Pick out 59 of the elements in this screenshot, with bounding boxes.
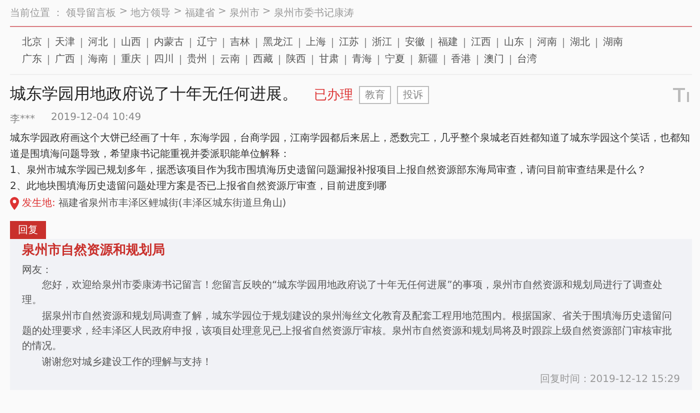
region-link[interactable]: 甘肃 xyxy=(312,54,345,64)
reply-greeting: 网友： xyxy=(22,264,53,277)
message-title: 城东学园用地政府说了十年无任何进展。 xyxy=(10,84,298,105)
region-link[interactable]: 香港 xyxy=(444,54,477,64)
reply-organization: 泉州市自然资源和规划局 xyxy=(22,242,166,259)
breadcrumb-label: 当前位置 ： xyxy=(10,6,64,20)
region-link[interactable]: 云南 xyxy=(213,54,246,64)
breadcrumb-separator: > xyxy=(174,6,182,19)
category-tag[interactable]: 教育 xyxy=(359,86,391,104)
reply-time: 回复时间：2019-12-12 15:29 xyxy=(540,372,680,386)
breadcrumb-separator: > xyxy=(218,6,226,19)
region-link[interactable]: 福建 xyxy=(431,38,464,48)
reply-paragraph: 据泉州市自然资源和规划局调查了解，城东学园位于规划建设的泉州海丝文化教育及配套工程用地范围内。根据国家、省关于围填海历史遗留问题的处理要求，经丰泽区人民政府申报，该项目处理意见已上报省自然资源厅审核。泉州市自然资源和规划局将及时跟踪上级自然资源部门审核审批的情况。 xyxy=(22,310,673,354)
category-tag[interactable]: 投诉 xyxy=(397,86,429,104)
region-link[interactable]: 黑龙江 xyxy=(256,38,299,48)
region-link[interactable]: 台湾 xyxy=(510,54,543,64)
font-size-icon[interactable] xyxy=(672,86,692,102)
reply-paragraph: 谢谢您对城乡建设工作的理解与支持！ xyxy=(41,356,213,370)
region-link[interactable]: 安徽 xyxy=(398,38,431,48)
region-link[interactable]: 海南 xyxy=(81,54,114,64)
region-link[interactable]: 贵州 xyxy=(180,54,213,64)
message-paragraph: 城东学园政府画这个大饼已经画了十年，东海学园，台商学园，江南学园都后来居上，悉数完工，几乎整个泉城老百姓都知道了城东学园这个笑话，也都知道是围填海问题导致，希望康书记能重视并委派职能单位解释： xyxy=(10,132,691,162)
region-link[interactable]: 河北 xyxy=(81,38,114,48)
region-link[interactable]: 山西 xyxy=(114,38,147,48)
region-link[interactable]: 北京 xyxy=(22,38,48,48)
region-link[interactable]: 青海 xyxy=(345,54,378,64)
region-link[interactable]: 澳门 xyxy=(477,54,510,64)
region-link[interactable]: 四川 xyxy=(147,54,180,64)
region-link[interactable]: 西藏 xyxy=(246,54,279,64)
author-name: 李*** xyxy=(10,112,35,126)
region-link[interactable]: 湖北 xyxy=(563,38,596,48)
region-link[interactable]: 河南 xyxy=(530,38,563,48)
region-link[interactable]: 吉林 xyxy=(223,38,256,48)
region-link[interactable]: 上海 xyxy=(299,38,332,48)
region-link[interactable]: 重庆 xyxy=(114,54,147,64)
region-link[interactable]: 宁夏 xyxy=(378,54,411,64)
region-link[interactable]: 陕西 xyxy=(279,54,312,64)
region-link[interactable]: 辽宁 xyxy=(190,38,223,48)
reply-tag: 回复 xyxy=(10,221,46,239)
post-date: 2019-12-04 10:49 xyxy=(51,112,142,125)
breadcrumb-separator: > xyxy=(262,6,271,19)
status-label: 已办理 xyxy=(314,86,353,104)
region-link[interactable]: 广西 xyxy=(48,54,81,64)
region-link[interactable]: 江西 xyxy=(464,38,497,48)
message-paragraph: 2、此地块围填海历史遗留问题处理方案是否已上报省自然资源厅审查，目前进度到哪 xyxy=(10,180,388,194)
region-link[interactable]: 广东 xyxy=(22,54,48,64)
region-link[interactable]: 新疆 xyxy=(411,54,444,64)
region-link[interactable]: 天津 xyxy=(48,38,81,48)
region-link[interactable]: 江苏 xyxy=(332,38,365,48)
region-link[interactable]: 内蒙古 xyxy=(147,38,190,48)
location-text: 福建省泉州市丰泽区鲤城街(丰泽区城东街道旦角山) xyxy=(58,196,286,210)
message-paragraph: 1、泉州市城东学园已规划多年，据悉该项目作为我市围填海历史遗留问题漏报补报项目上报自然资源部东海局审查，请问目前审查结果是什么？ xyxy=(10,164,648,178)
region-link[interactable]: 山东 xyxy=(497,38,530,48)
location-pin-icon xyxy=(10,196,19,210)
breadcrumb-separator: > xyxy=(119,6,128,19)
location-label: 发生地: xyxy=(22,196,56,210)
reply-paragraph: 您好，欢迎给泉州市委康涛书记留言！您留言反映的“城东学园用地政府说了十年无任何进展”的事项，泉州市自然资源和规划局进行了调查处理。 xyxy=(22,278,664,308)
region-link[interactable]: 浙江 xyxy=(365,38,398,48)
region-link[interactable]: 湖南 xyxy=(596,38,629,48)
